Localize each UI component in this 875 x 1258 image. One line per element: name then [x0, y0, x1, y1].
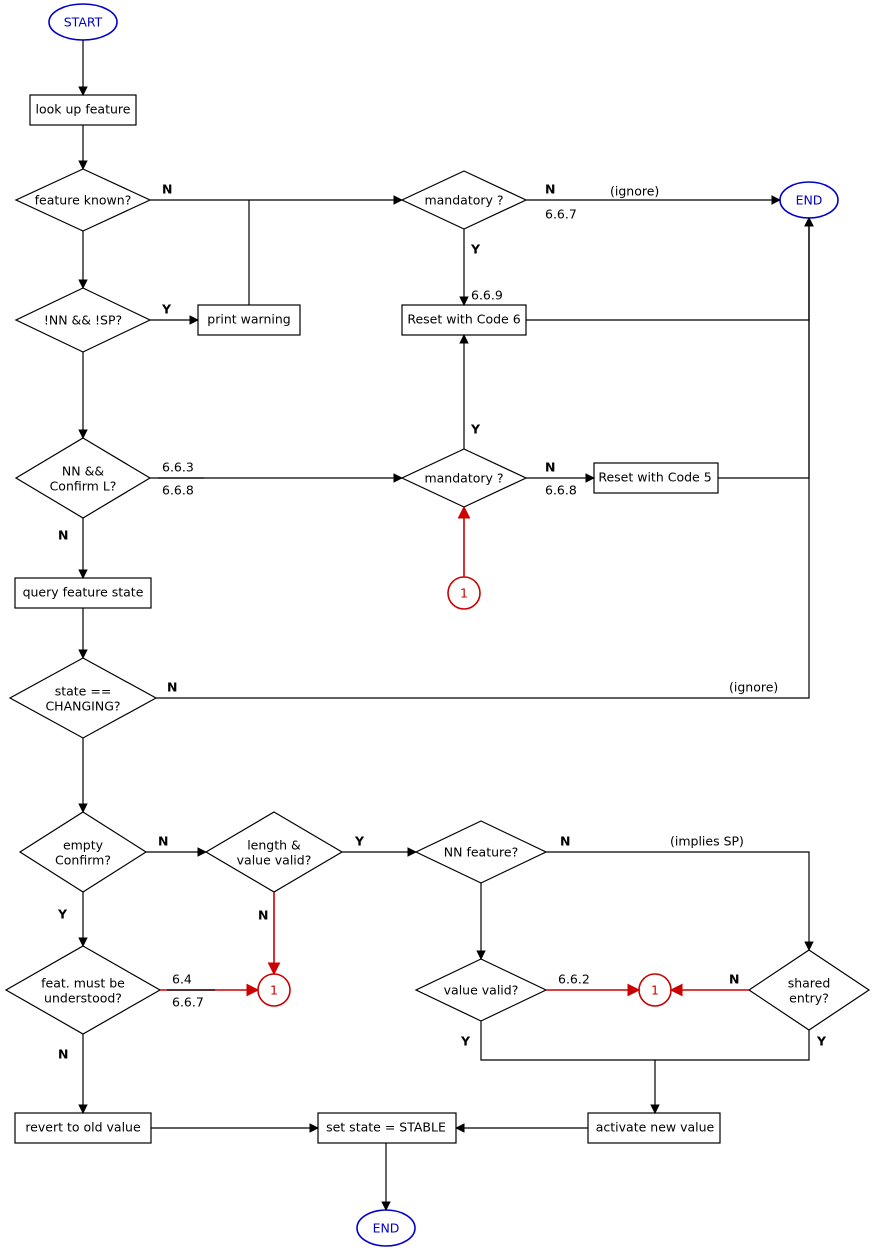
mandatory-bottom-label: mandatory ?	[424, 471, 503, 486]
edge-mand2-668: 6.6.8	[545, 483, 577, 498]
lookup-label: look up feature	[36, 102, 131, 117]
state-changing-label2: CHANGING?	[45, 699, 120, 714]
edge-shared-y: Y	[816, 1034, 827, 1049]
edge-reset6-end	[526, 218, 809, 320]
empty-confirm-diamond: empty Confirm?	[20, 812, 146, 892]
print-warning-label: print warning	[207, 312, 290, 327]
edge-nnsp-y: Y	[161, 302, 172, 317]
edge-emptycf-n: N	[158, 834, 168, 849]
queryfs-label: query feature state	[23, 585, 144, 600]
connector-3-label: 1	[651, 983, 659, 998]
edge-shared-activate	[655, 1030, 809, 1060]
edge-mand2-n: N	[545, 460, 555, 475]
reset5-box: Reset with Code 5	[594, 463, 718, 493]
feat-must-label1: feat. must be	[41, 976, 125, 991]
edge-shared-n: N	[729, 972, 739, 987]
revert-label: revert to old value	[25, 1120, 141, 1135]
edge-valvalid-662: 6.6.2	[558, 972, 590, 987]
lookup-box: look up feature	[30, 95, 136, 125]
edge-statechg-ignore: (ignore)	[729, 680, 778, 695]
revert-box: revert to old value	[15, 1113, 151, 1143]
feat-must-diamond: feat. must be understood?	[6, 946, 160, 1034]
shared-entry-diamond: shared entry?	[749, 950, 869, 1030]
edge-nnconf-n: N	[58, 528, 68, 543]
edge-statechg-n: N	[167, 680, 177, 695]
edge-nnconf-668: 6.6.8	[162, 483, 194, 498]
mandatory-bottom-diamond: mandatory ?	[402, 449, 526, 507]
nn-feature-diamond: NN feature?	[416, 821, 546, 883]
reset5-label: Reset with Code 5	[598, 470, 711, 485]
lenval-label1: length &	[247, 838, 301, 853]
nn-sp-diamond: !NN && !SP?	[16, 288, 150, 352]
end-top-node: END	[780, 182, 838, 218]
mandatory-top-label: mandatory ?	[424, 193, 503, 208]
lenval-diamond: length & value valid?	[206, 812, 342, 892]
start-label: START	[64, 15, 103, 30]
value-valid-label: value valid?	[444, 983, 519, 998]
lenval-label2: value valid?	[237, 853, 312, 868]
mandatory-top-diamond: mandatory ?	[402, 171, 526, 229]
connector-1-node: 1	[448, 577, 480, 609]
setstable-label: set state = STABLE	[326, 1120, 446, 1135]
edge-lenval-y: Y	[354, 834, 365, 849]
edge-nnfeat-shared	[546, 852, 809, 950]
nn-confirml-diamond: NN && Confirm L?	[16, 438, 150, 518]
reset6-label: Reset with Code 6	[407, 312, 520, 327]
nn-sp-label: !NN && !SP?	[44, 313, 122, 328]
setstable-box: set state = STABLE	[318, 1113, 456, 1143]
state-changing-diamond: state == CHANGING?	[10, 658, 156, 738]
feat-must-label2: understood?	[44, 991, 122, 1006]
value-valid-diamond: value valid?	[416, 959, 546, 1021]
edge-mand1-y: Y	[470, 242, 481, 257]
reset6-box: Reset with Code 6	[402, 305, 526, 335]
end-bottom-label: END	[373, 1221, 400, 1236]
edge-mand1-669: 6.6.9	[471, 288, 503, 303]
edge-featmust-n: N	[58, 1047, 68, 1062]
edge-reset5-end	[718, 218, 809, 478]
nn-confirml-label1: NN &&	[62, 464, 104, 479]
edge-featmust-667: 6.6.7	[172, 995, 204, 1010]
edge-mand1-ignore: (ignore)	[610, 184, 659, 199]
activate-box: activate new value	[588, 1113, 720, 1143]
queryfs-box: query feature state	[15, 578, 151, 608]
connector-2-node: 1	[258, 974, 290, 1006]
connector-1-label: 1	[460, 586, 468, 601]
edge-mand1-n: N	[545, 182, 555, 197]
edge-valvalid-activate	[481, 1021, 655, 1113]
edge-lenval-n: N	[258, 908, 268, 923]
empty-confirm-label1: empty	[63, 838, 104, 853]
feature-known-diamond: feature known?	[16, 169, 150, 231]
edge-featknown-n: N	[162, 182, 172, 197]
edge-emptycf-y: Y	[57, 907, 68, 922]
nn-feature-label: NN feature?	[444, 845, 518, 860]
shared-label2: entry?	[789, 991, 829, 1006]
edge-nnfeat-impliessp: (implies SP)	[670, 834, 744, 849]
end-top-label: END	[796, 193, 823, 208]
edge-mand1-ref: 6.6.7	[545, 207, 577, 222]
shared-label1: shared	[788, 976, 831, 991]
edge-mand2-y: Y	[470, 422, 481, 437]
state-changing-label1: state ==	[55, 684, 112, 699]
end-bottom-node: END	[357, 1210, 415, 1246]
feature-known-label: feature known?	[35, 193, 132, 208]
edge-nnconf-663: 6.6.3	[162, 460, 194, 475]
edge-featmust-64: 6.4	[172, 972, 192, 987]
activate-label: activate new value	[596, 1120, 715, 1135]
empty-confirm-label2: Confirm?	[55, 853, 111, 868]
connector-3-node: 1	[639, 974, 671, 1006]
edge-nnfeat-n: N	[560, 834, 570, 849]
print-warning-box: print warning	[198, 305, 300, 335]
start-node: START	[49, 4, 117, 40]
connector-2-label: 1	[270, 983, 278, 998]
nn-confirml-label2: Confirm L?	[50, 479, 117, 494]
edge-valvalid-y: Y	[460, 1034, 471, 1049]
